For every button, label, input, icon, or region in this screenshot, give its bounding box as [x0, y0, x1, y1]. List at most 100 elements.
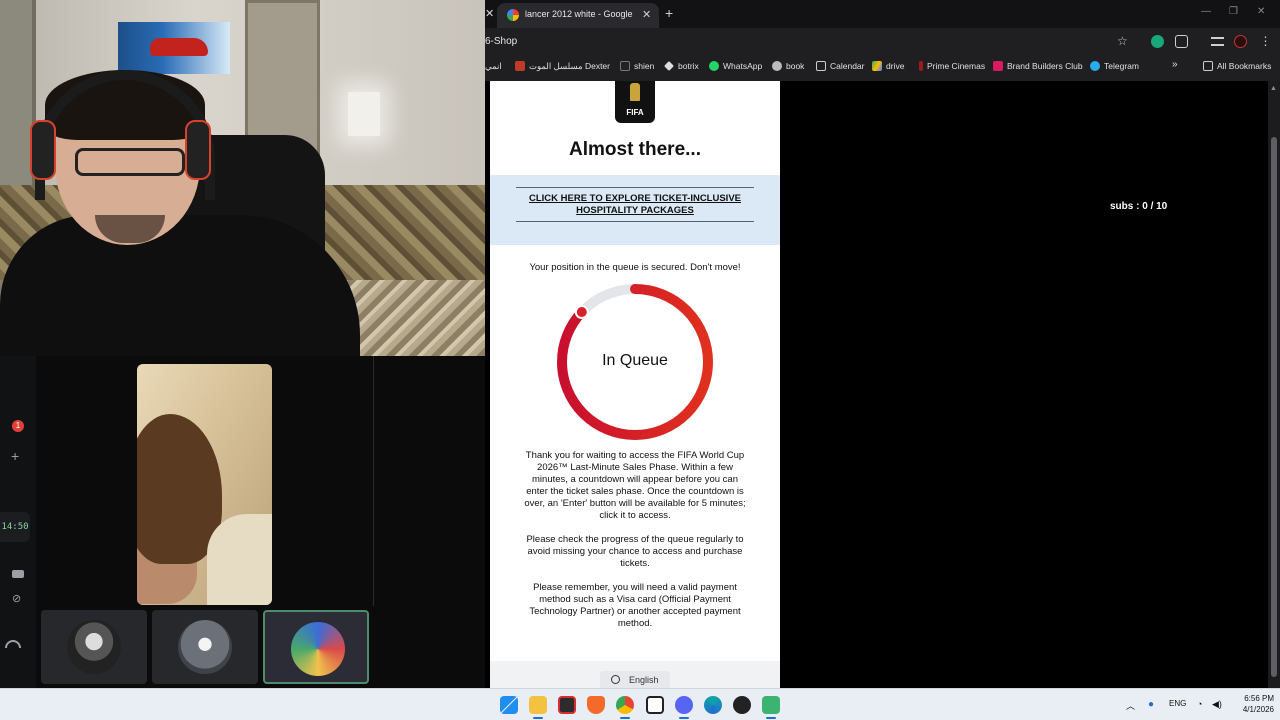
bookmark-label: Brand Builders Club	[1007, 61, 1083, 71]
discord-icon[interactable]	[675, 696, 693, 714]
clock-date: 4/1/2026	[1242, 705, 1274, 714]
brave-icon[interactable]	[587, 696, 605, 714]
queue-secured-text: Your position in the queue is secured. D…	[529, 262, 741, 273]
headset-ear-right	[185, 120, 211, 180]
notification-badge[interactable]: 1	[12, 420, 24, 432]
scrollbar[interactable]: ▲	[1268, 81, 1280, 688]
maximize-icon[interactable]: ❐	[1229, 6, 1238, 17]
telegram-icon	[1090, 61, 1100, 71]
scroll-up-icon[interactable]: ▲	[1270, 85, 1277, 92]
grammarly-icon[interactable]	[1151, 35, 1164, 48]
tab-bar: ✕ lancer 2012 white - Google Search ✕ + …	[485, 0, 1280, 28]
hospitality-link[interactable]: CLICK HERE TO EXPLORE TICKET-INCLUSIVE H…	[516, 193, 754, 217]
bookmark-item[interactable]: Brand Builders Club	[993, 61, 1083, 71]
taskbar: ︿ ● ENG ◔ ◀) 6:56 PM 4/1/2026	[0, 688, 1280, 720]
bookmark-item[interactable]: مسلسل الموت Dexter	[515, 61, 610, 72]
close-icon[interactable]: ✕	[642, 8, 651, 21]
active-indicator	[620, 717, 630, 719]
tray-chevron-icon[interactable]: ︿	[1126, 699, 1135, 712]
webcam-lamp	[348, 92, 380, 136]
system-clock[interactable]: 6:56 PM 4/1/2026	[1230, 693, 1274, 715]
bookmark-item[interactable]: Calendar	[816, 61, 865, 71]
voice-call-panel: 1 + 14:50 ⊘	[0, 356, 485, 688]
active-indicator	[679, 717, 689, 719]
minimize-icon[interactable]: —	[1201, 6, 1211, 17]
participant-thumb-1[interactable]	[41, 610, 147, 684]
start-icon[interactable]	[500, 696, 518, 714]
language-indicator[interactable]: ENG	[1169, 699, 1186, 708]
chrome-icon[interactable]	[616, 696, 634, 714]
new-tab-button[interactable]: +	[665, 5, 673, 21]
bookmark-label: مسلسل الموت Dexter	[529, 61, 610, 71]
prime-cinemas-icon	[919, 61, 923, 71]
more-bookmarks-icon[interactable]: »	[1172, 59, 1178, 70]
bookmark-favicon-icon	[515, 61, 525, 71]
menu-icon[interactable]: ⋮	[1259, 35, 1272, 48]
calendar-icon[interactable]	[646, 696, 664, 714]
address-bar[interactable]: 6-Shop ☆ ⋮	[485, 28, 1280, 56]
queue-status: In Queue	[602, 352, 668, 369]
bookmark-item[interactable]: drive	[872, 61, 904, 71]
profile-avatar-icon[interactable]	[1234, 35, 1247, 48]
add-icon[interactable]: +	[11, 448, 19, 464]
browser-window: ✕ lancer 2012 white - Google Search ✕ + …	[485, 0, 1280, 81]
language-selector[interactable]: English	[600, 671, 670, 688]
wifi-icon[interactable]: ◔	[1197, 699, 1202, 709]
bookmark-label: book	[786, 61, 805, 71]
obs-icon[interactable]	[733, 696, 751, 714]
headset-ear-left	[30, 120, 56, 180]
reading-list-icon[interactable]	[1211, 37, 1224, 46]
edge-icon[interactable]	[704, 696, 722, 714]
bookmark-item[interactable]: book	[772, 61, 804, 71]
microphone-icon[interactable]: ●	[1148, 699, 1154, 710]
webcam-rug	[340, 280, 485, 356]
all-bookmarks-folder[interactable]: All Bookmarks	[1203, 61, 1271, 71]
bookmark-label: Telegram	[1104, 61, 1139, 71]
bookmark-item[interactable]: Prime Cinemas	[919, 61, 985, 71]
bookmark-item[interactable]: انمي	[485, 61, 502, 72]
url-text[interactable]: 6-Shop	[485, 36, 517, 47]
world-cup-trophy-icon	[630, 83, 640, 101]
hospitality-banner: CLICK HERE TO EXPLORE TICKET-INCLUSIVE H…	[490, 175, 780, 245]
bookmark-item[interactable]: WhatsApp	[709, 61, 762, 71]
banner-divider	[516, 221, 754, 222]
participant-thumb-2[interactable]	[152, 610, 258, 684]
bookmark-label: Calendar	[830, 61, 865, 71]
bookmark-item[interactable]: shien	[620, 61, 654, 71]
bookmark-label: shien	[634, 61, 655, 71]
bookmark-item[interactable]: botrix	[664, 61, 699, 71]
camera-icon[interactable]	[12, 570, 24, 578]
avatar	[291, 622, 345, 676]
hang-up-icon[interactable]	[5, 640, 21, 648]
botrix-icon	[664, 61, 674, 71]
close-icon[interactable]: ✕	[485, 7, 494, 20]
progress-marker	[574, 305, 589, 320]
info-paragraph-1: Thank you for waiting to access the FIFA…	[524, 450, 746, 521]
mic-muted-icon[interactable]: ⊘	[12, 592, 21, 605]
volume-icon[interactable]: ◀)	[1212, 699, 1222, 710]
bookmark-label: drive	[886, 61, 905, 71]
browser-tab[interactable]: lancer 2012 white - Google Search ✕	[497, 3, 659, 28]
app-icon[interactable]	[762, 696, 780, 714]
close-window-icon[interactable]: ✕	[1257, 6, 1265, 17]
info-paragraph-3: Please remember, you will need a valid p…	[529, 582, 741, 629]
bookmark-star-icon[interactable]: ☆	[1117, 34, 1128, 48]
bookmark-label: انمي	[485, 61, 502, 71]
voicemeeter-icon[interactable]	[558, 696, 576, 714]
active-indicator	[533, 717, 543, 719]
active-indicator	[766, 717, 776, 719]
bookmark-item[interactable]: Telegram	[1090, 61, 1139, 71]
google-icon	[507, 9, 519, 21]
fifa-queue-page: FIFA Almost there... CLICK HERE TO EXPLO…	[490, 81, 780, 688]
clock-time: 6:56 PM	[1244, 694, 1274, 703]
scrollbar-thumb[interactable]	[1271, 137, 1277, 677]
page-footer: English	[490, 661, 780, 688]
participant-video-tile[interactable]	[137, 364, 272, 605]
language-label: English	[629, 675, 659, 685]
file-explorer-icon[interactable]	[529, 696, 547, 714]
google-drive-icon	[872, 61, 882, 71]
bookmark-label: WhatsApp	[723, 61, 763, 71]
screen: 1 + 14:50 ⊘ ✕ lancer 2012 white - Google…	[0, 0, 1280, 720]
extensions-icon[interactable]	[1175, 35, 1188, 48]
participant-thumb-3[interactable]	[263, 610, 369, 684]
